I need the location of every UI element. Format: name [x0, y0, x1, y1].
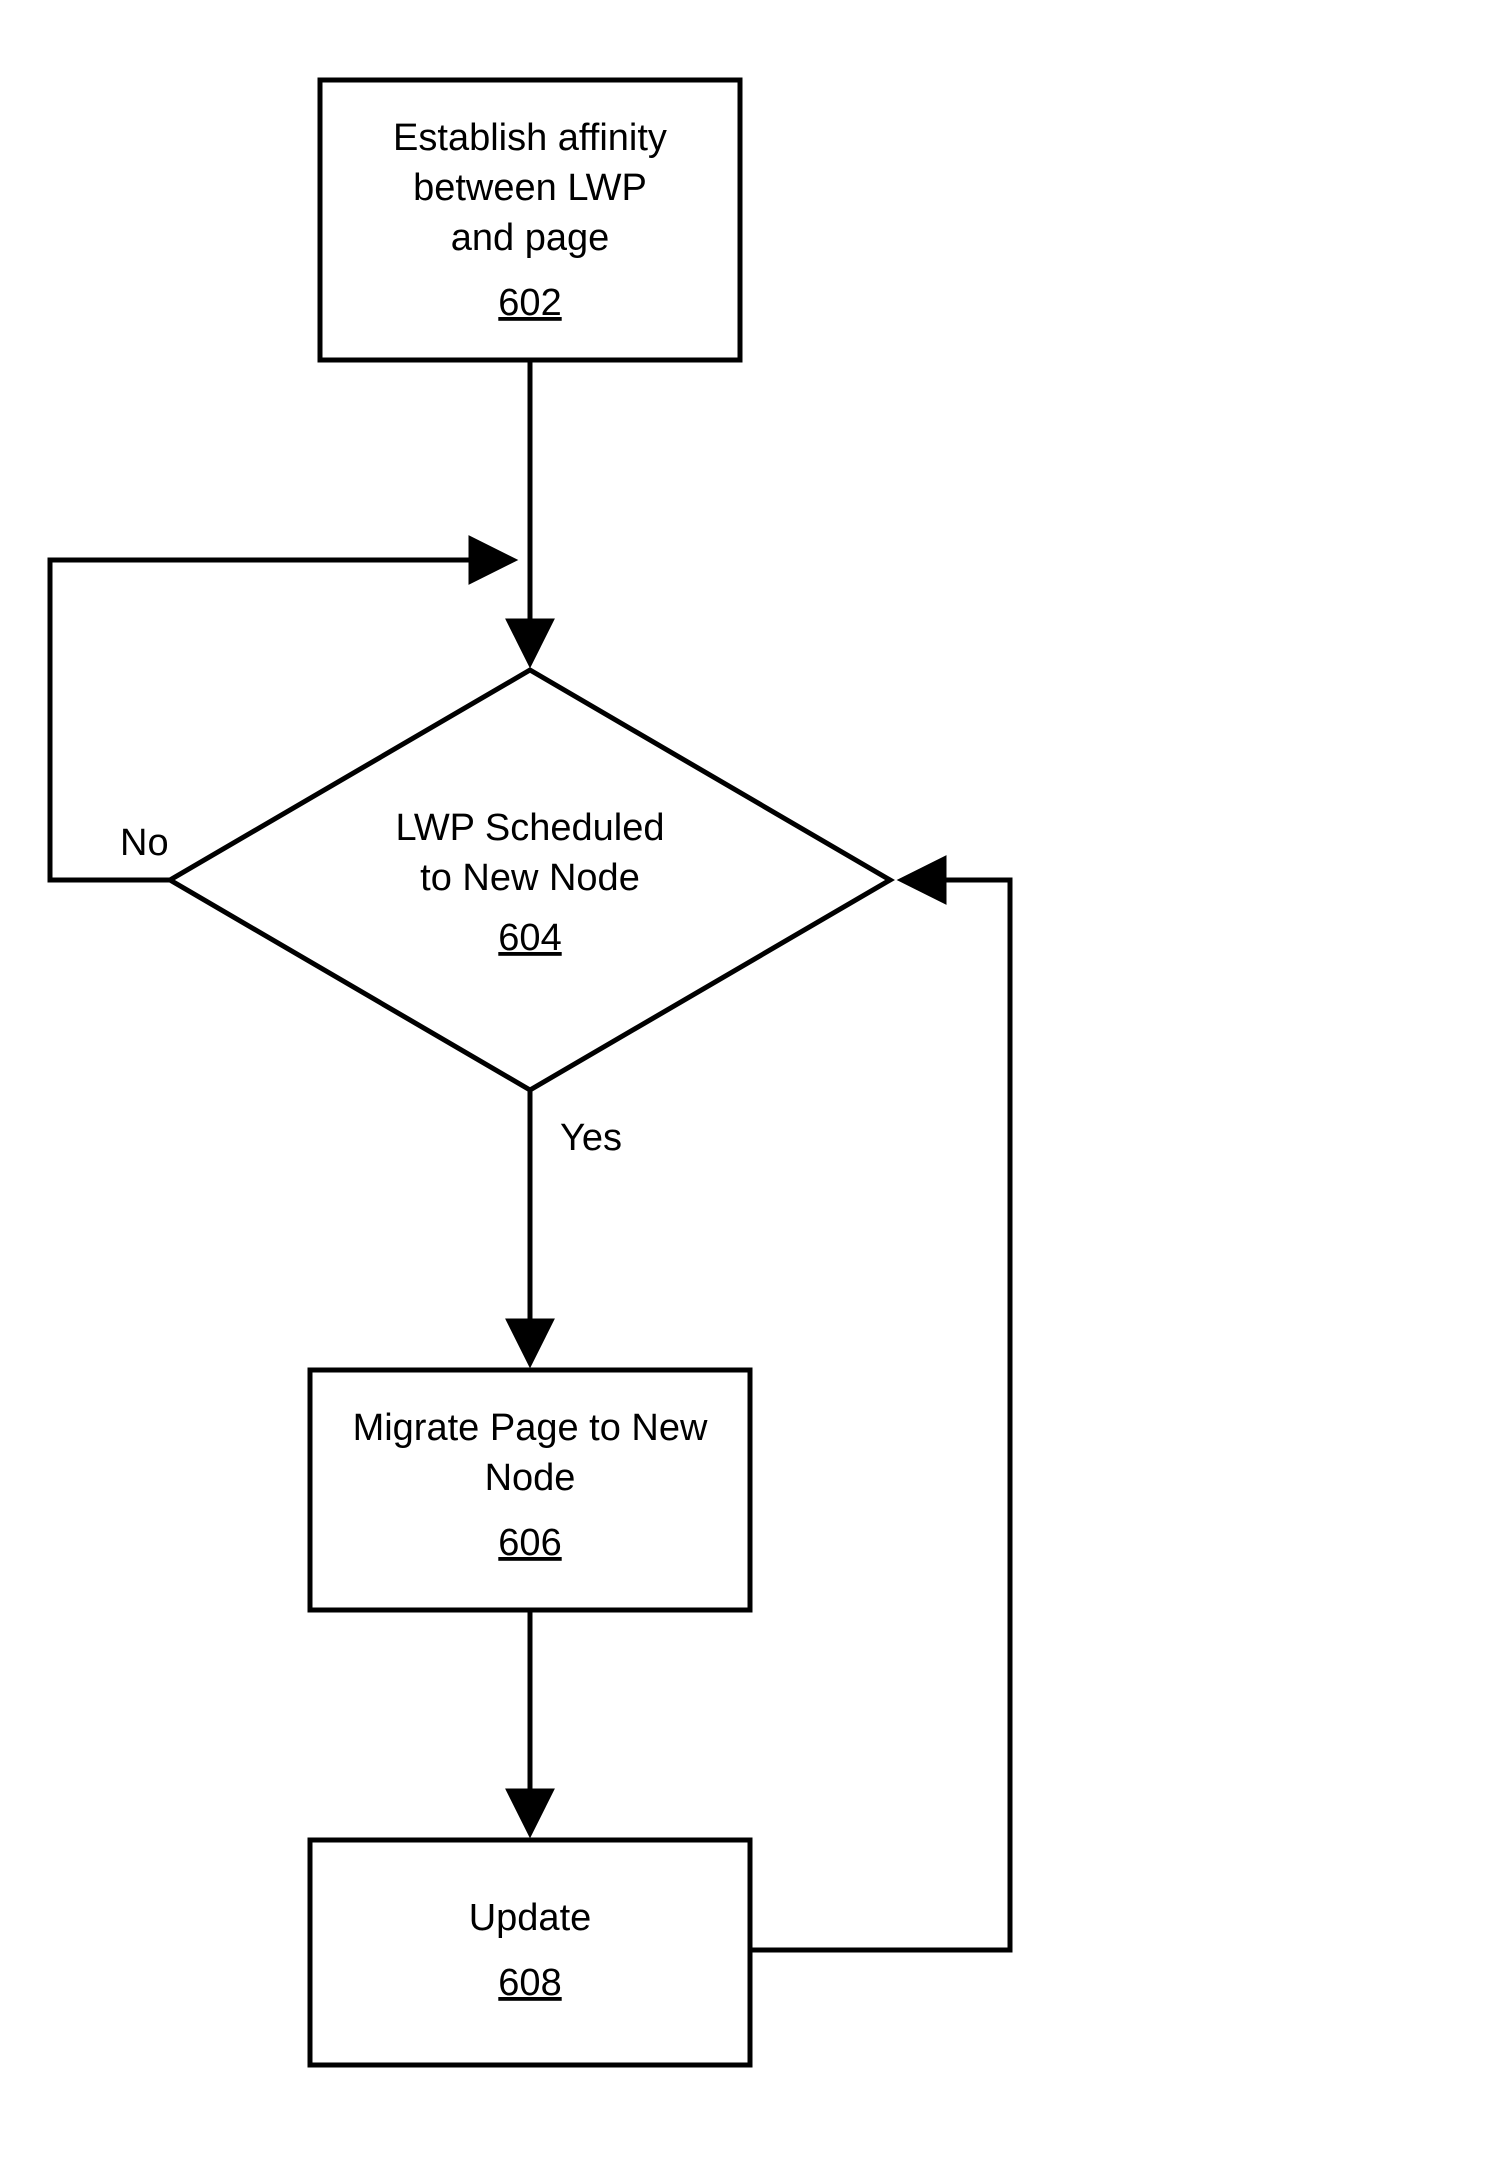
node-604-line1: LWP Scheduled — [396, 807, 665, 849]
edge-608-604 — [750, 880, 1010, 1950]
node-608-ref: 608 — [498, 1962, 561, 2004]
edge-no-label: No — [120, 822, 169, 864]
node-608-line1: Update — [469, 1897, 592, 1939]
node-602: Establish affinity between LWP and page … — [320, 80, 740, 360]
node-602-ref: 602 — [498, 282, 561, 324]
node-604: LWP Scheduled to New Node 604 — [170, 670, 890, 1090]
node-606-line1: Migrate Page to New — [353, 1407, 708, 1449]
node-604-line2: to New Node — [420, 857, 640, 899]
edge-yes-label: Yes — [560, 1117, 622, 1159]
node-606-line2: Node — [485, 1457, 576, 1499]
node-602-line3: and page — [451, 217, 610, 259]
node-606: Migrate Page to New Node 606 — [310, 1370, 750, 1610]
edge-604-606: Yes — [530, 1090, 622, 1360]
node-606-ref: 606 — [498, 1522, 561, 1564]
node-604-ref: 604 — [498, 917, 561, 959]
node-608: Update 608 — [310, 1840, 750, 2065]
node-602-line2: between LWP — [413, 167, 647, 209]
node-602-line1: Establish affinity — [393, 117, 667, 159]
